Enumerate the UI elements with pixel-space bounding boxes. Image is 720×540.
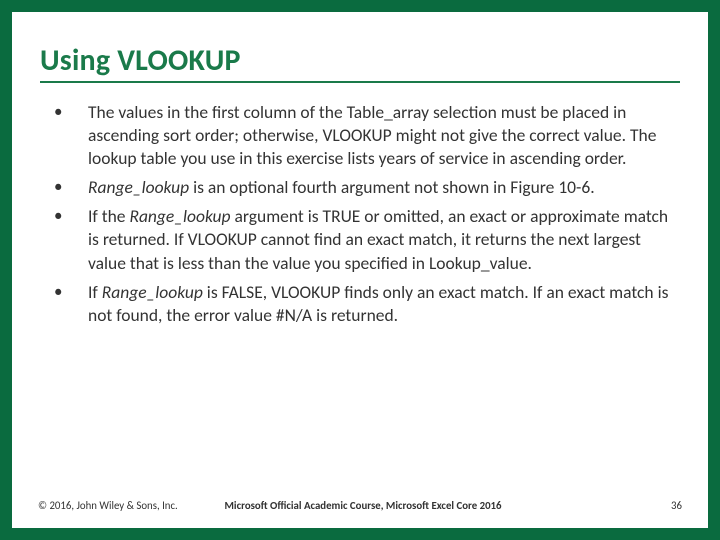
list-item: • If the Range_lookup argument is TRUE o… [48, 205, 680, 274]
italic-term: Range_lookup [102, 281, 203, 303]
bullet-icon: • [48, 205, 88, 274]
bullet-text: Range_lookup is an optional fourth argum… [88, 176, 680, 199]
list-item: • Range_lookup is an optional fourth arg… [48, 176, 680, 199]
bullet-icon: • [48, 176, 88, 199]
bullet-text: The values in the first column of the Ta… [88, 101, 680, 170]
footer: © 2016, John Wiley & Sons, Inc. Microsof… [38, 499, 682, 512]
list-item: • If Range_lookup is FALSE, VLOOKUP find… [48, 281, 680, 327]
bullet-text: If Range_lookup is FALSE, VLOOKUP finds … [88, 281, 680, 327]
slide-title: Using VLOOKUP [40, 42, 680, 83]
bullet-rest: is an optional fourth argument not shown… [189, 176, 595, 198]
page-number: 36 [671, 499, 682, 512]
bullet-before: If the [88, 205, 129, 227]
footer-copyright: © 2016, John Wiley & Sons, Inc. [38, 499, 178, 512]
bullet-icon: • [48, 281, 88, 327]
list-item: • The values in the first column of the … [48, 101, 680, 170]
bullet-icon: • [48, 101, 88, 170]
bullet-list: • The values in the first column of the … [40, 101, 680, 327]
italic-term: Range_lookup [129, 205, 230, 227]
slide: Using VLOOKUP • The values in the first … [12, 12, 708, 528]
italic-term: Range_lookup [88, 176, 189, 198]
bullet-text: If the Range_lookup argument is TRUE or … [88, 205, 680, 274]
bullet-before: If [88, 281, 102, 303]
footer-course: Microsoft Official Academic Course, Micr… [188, 499, 538, 512]
